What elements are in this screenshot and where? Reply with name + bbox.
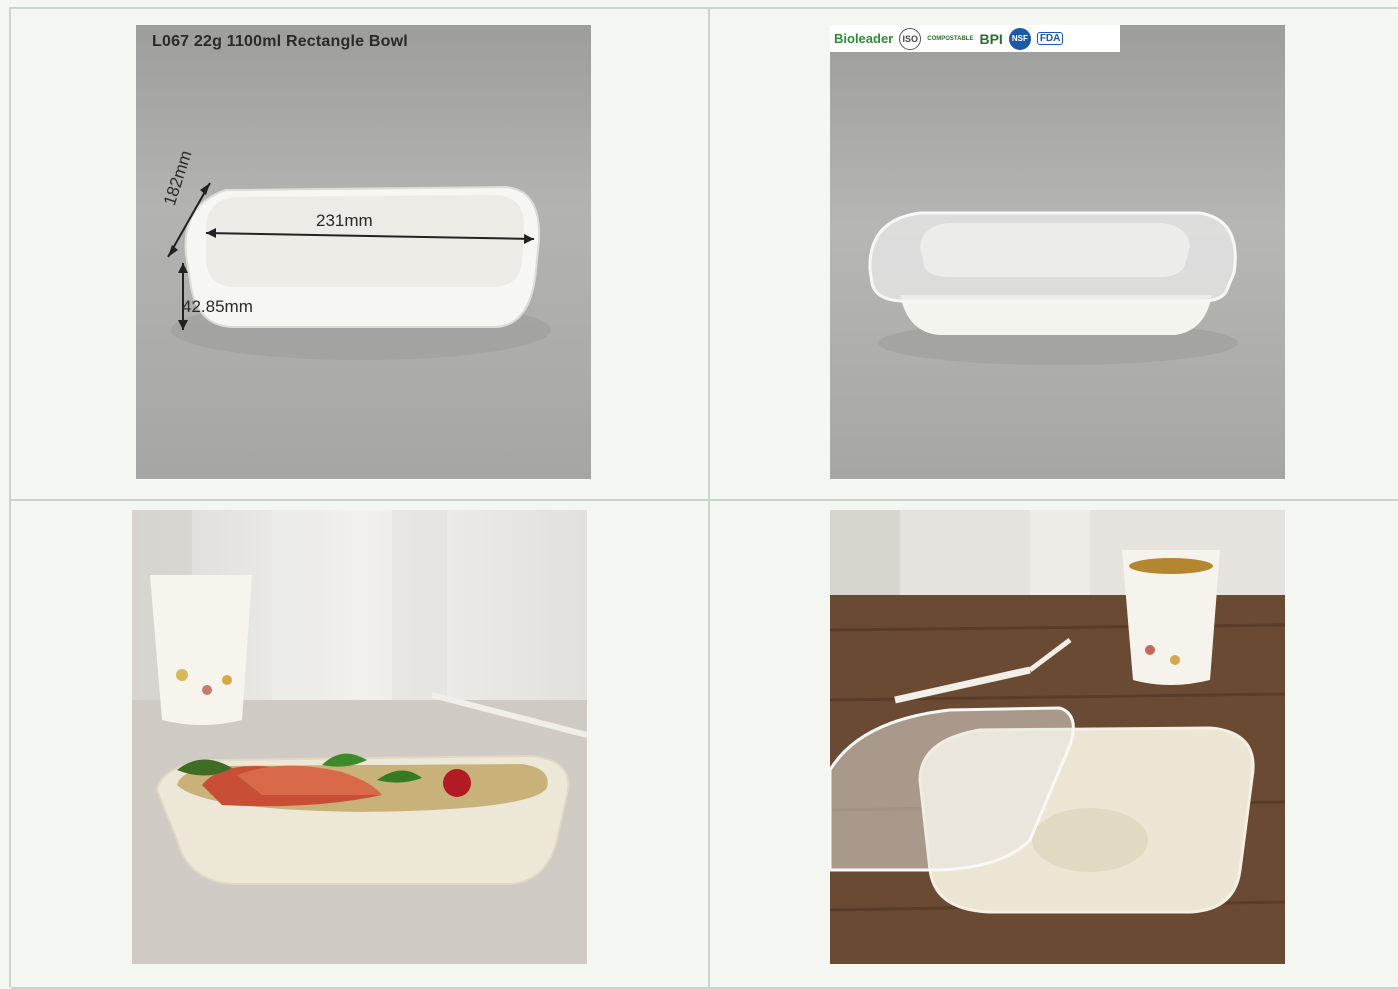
photo-bowl-with-lid: Bioleader ISO COMPOSTABLE BPI NSF FDA: [830, 25, 1285, 479]
bowl-with-lid-illustration: [830, 25, 1285, 479]
grid-cell-top-right: Bioleader ISO COMPOSTABLE BPI NSF FDA: [710, 9, 1398, 501]
bowl-with-food-illustration: [132, 510, 587, 964]
bowl-on-table-illustration: [830, 510, 1285, 964]
fda-badge-icon: FDA: [1036, 32, 1064, 45]
nsf-badge-icon: NSF: [1008, 27, 1031, 50]
dimension-height-label: 42.85mm: [182, 297, 253, 316]
bowl-dimensions-illustration: [136, 25, 591, 479]
bpi-badge-icon: BPI: [979, 30, 1003, 47]
product-caption: L067 22g 1100ml Rectangle Bowl: [152, 33, 408, 50]
grid-cell-top-left: L067 22g 1100ml Rectangle Bowl 231mm 182…: [11, 9, 710, 501]
grid-cell-bottom-right: [710, 501, 1398, 989]
photo-bowl-with-food: [132, 510, 587, 964]
iso-badge-icon: ISO: [899, 27, 922, 50]
compostable-badge-icon: COMPOSTABLE: [927, 35, 974, 42]
brand-logo: Bioleader: [834, 31, 894, 46]
grid-cell-bottom-left: [11, 501, 710, 989]
product-image-grid: L067 22g 1100ml Rectangle Bowl 231mm 182…: [9, 7, 1398, 989]
certification-strip: Bioleader ISO COMPOSTABLE BPI NSF FDA: [830, 25, 1120, 52]
photo-bowl-on-table: [830, 510, 1285, 964]
dimension-width-label: 231mm: [316, 211, 373, 230]
photo-bowl-dimensions: L067 22g 1100ml Rectangle Bowl 231mm 182…: [136, 25, 591, 479]
